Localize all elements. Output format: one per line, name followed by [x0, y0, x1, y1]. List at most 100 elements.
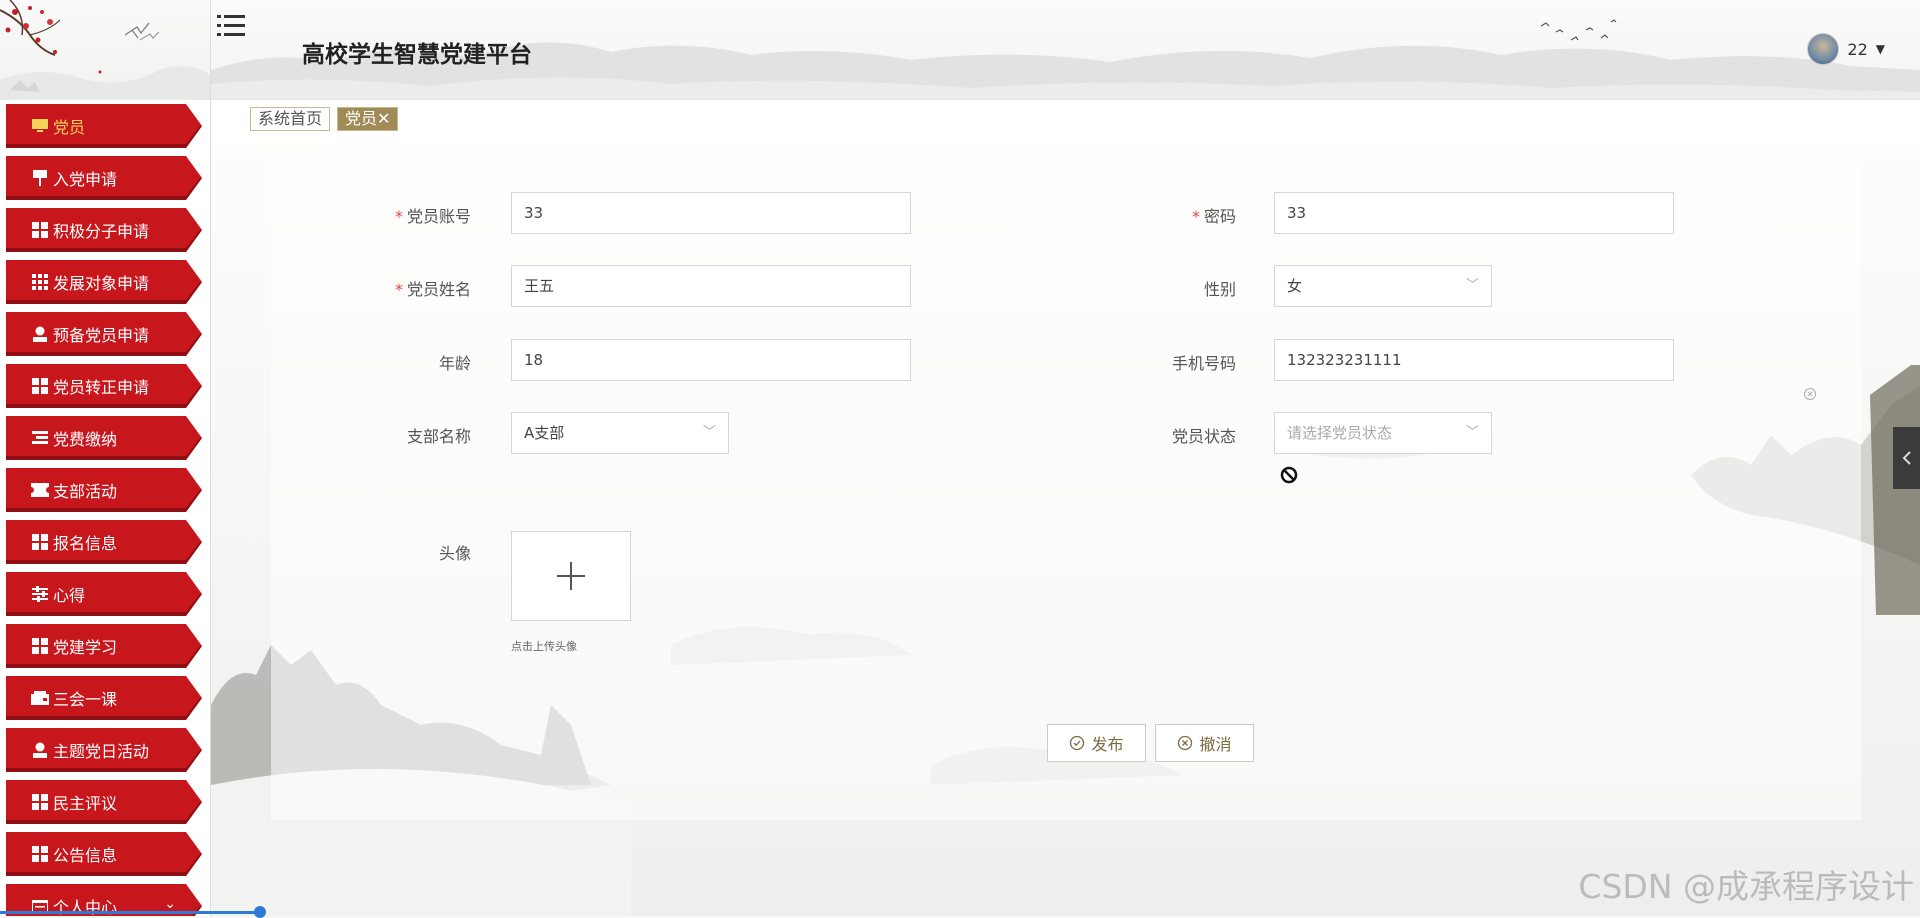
sidebar-item-label: 积极分子申请 [53, 222, 150, 241]
monitor-icon [31, 117, 49, 135]
sidebar: 党员 入党申请 积极分子申请 发展对象申请 预备党员申请 党员转正申请 党费缴纳… [0, 0, 211, 916]
grid-icon [31, 221, 49, 239]
branch-value: A支部 [524, 424, 565, 442]
close-icon[interactable]: ✕ [377, 109, 390, 128]
name-input[interactable]: 王五 [511, 265, 911, 307]
sidebar-item-probationary-application[interactable]: 预备党员申请 [6, 312, 202, 356]
sidebar-item-label: 发展对象申请 [53, 274, 150, 293]
tab-party-member[interactable]: 党员✕ [337, 107, 399, 131]
list-icon [31, 429, 49, 447]
sidebar-item-label: 支部活动 [53, 482, 118, 501]
grid-icon [31, 637, 49, 655]
tab-label: 党员 [345, 109, 378, 128]
not-allowed-cursor-icon [1280, 466, 1298, 484]
gender-label: 性别 [1203, 280, 1236, 299]
gender-value: 女 [1287, 277, 1303, 295]
sidebar-item-party-member[interactable]: 党员 [6, 104, 202, 148]
app-title: 高校学生智慧党建平台 [302, 42, 532, 68]
tab-bar: 系统首页 党员✕ [211, 99, 1920, 146]
upload-hint: 点击上传头像 [511, 640, 577, 653]
age-label: 年龄 [438, 354, 471, 373]
plus-icon [557, 562, 585, 590]
scroll-knob[interactable] [254, 906, 266, 918]
sidebar-item-three-meetings[interactable]: 三会一课 [6, 676, 202, 720]
collapse-handle[interactable] [1893, 427, 1920, 489]
person-icon [31, 325, 49, 343]
chevron-down-icon: ﹀ [702, 425, 716, 440]
grid-icon [31, 793, 49, 811]
person-icon [31, 741, 49, 759]
member-form: * 党员账号 33 * 密码 33 * 党员姓名 王五 性别 女 ﹀ 年龄 18 手机… [271, 155, 1861, 820]
user-avatar[interactable] [1807, 33, 1840, 65]
status-placeholder: 请选择党员状态 [1287, 424, 1393, 442]
scroll-progress [0, 911, 265, 914]
hamburger-icon[interactable] [217, 13, 247, 39]
top-header: 高校学生智慧党建平台 22 ▼ [211, 0, 1920, 99]
password-label: * 密码 [1191, 207, 1236, 226]
chevron-left-icon [1902, 451, 1911, 465]
grid-icon [31, 845, 49, 863]
sidebar-item-join-application[interactable]: 入党申请 [6, 156, 202, 200]
phone-input[interactable]: 132323231111 [1274, 339, 1674, 381]
main-content: * 党员账号 33 * 密码 33 * 党员姓名 王五 性别 女 ﹀ 年龄 18 手机… [211, 145, 1920, 916]
chevron-down-icon: ﹀ [1465, 278, 1479, 293]
avatar-upload[interactable] [511, 531, 631, 621]
status-label: 党员状态 [1171, 427, 1236, 446]
sidebar-item-label: 党员转正申请 [53, 378, 150, 397]
cancel-label: 撤消 [1199, 735, 1232, 754]
sidebar-item-label: 主题党日活动 [53, 742, 150, 761]
grid-icon [31, 533, 49, 551]
password-input[interactable]: 33 [1274, 192, 1674, 234]
sliders-icon [31, 585, 49, 603]
wallet-icon [31, 689, 49, 707]
sidebar-item-democratic-review[interactable]: 民主评议 [6, 780, 202, 824]
sidebar-item-label: 心得 [53, 586, 86, 605]
check-circle-icon [1070, 735, 1085, 751]
tab-home[interactable]: 系统首页 [250, 107, 331, 131]
chevron-down-icon: ⌄ [164, 896, 176, 912]
user-menu[interactable]: 22 ▼ [1807, 33, 1885, 65]
chevron-down-icon: ﹀ [1465, 425, 1479, 440]
publish-label: 发布 [1091, 735, 1124, 754]
account-input[interactable]: 33 [511, 192, 911, 234]
sidebar-item-activist-application[interactable]: 积极分子申请 [6, 208, 202, 252]
sidebar-item-label: 三会一课 [53, 690, 118, 709]
sidebar-item-insights[interactable]: 心得 [6, 572, 202, 616]
close-circle-icon [1178, 735, 1193, 751]
sidebar-item-label: 党费缴纳 [53, 430, 118, 449]
age-input[interactable]: 18 [511, 339, 911, 381]
logo-plum-blossom [0, 0, 210, 100]
phone-label: 手机号码 [1171, 354, 1236, 373]
ticket-icon [31, 481, 49, 499]
cancel-button[interactable]: 撤消 [1155, 724, 1254, 762]
sidebar-item-development-application[interactable]: 发展对象申请 [6, 260, 202, 304]
sidebar-item-regularization-application[interactable]: 党员转正申请 [6, 364, 202, 408]
sidebar-item-branch-activity[interactable]: 支部活动 [6, 468, 202, 512]
sidebar-item-label: 报名信息 [53, 534, 118, 553]
sidebar-item-label: 党员 [53, 118, 86, 137]
grid-icon [31, 377, 49, 395]
pin-icon [31, 169, 49, 187]
apps-icon [31, 273, 49, 291]
sidebar-item-label: 入党申请 [53, 170, 118, 189]
sidebar-item-label: 党建学习 [53, 638, 118, 657]
sidebar-item-dues-payment[interactable]: 党费缴纳 [6, 416, 202, 460]
gender-select[interactable]: 女 ﹀ [1274, 265, 1492, 307]
account-label: * 党员账号 [394, 207, 471, 226]
sidebar-item-registration-info[interactable]: 报名信息 [6, 520, 202, 564]
name-label: * 党员姓名 [394, 280, 471, 299]
sidebar-item-announcements[interactable]: 公告信息 [6, 832, 202, 876]
sidebar-item-label: 民主评议 [53, 794, 118, 813]
sidebar-item-theme-day[interactable]: 主题党日活动 [6, 728, 202, 772]
branch-select[interactable]: A支部 ﹀ [511, 412, 729, 454]
status-select[interactable]: 请选择党员状态 ﹀ [1274, 412, 1492, 454]
branch-label: 支部名称 [406, 427, 471, 446]
sidebar-item-party-study[interactable]: 党建学习 [6, 624, 202, 668]
sidebar-item-label: 预备党员申请 [53, 326, 150, 345]
caret-down-icon: ▼ [1875, 42, 1885, 56]
sidebar-item-label: 公告信息 [53, 846, 118, 865]
watermark: CSDN @成承程序设计 [1578, 867, 1914, 906]
publish-button[interactable]: 发布 [1047, 724, 1146, 762]
clear-circle-icon[interactable] [1803, 387, 1817, 401]
avatar-label: 头像 [438, 544, 471, 563]
